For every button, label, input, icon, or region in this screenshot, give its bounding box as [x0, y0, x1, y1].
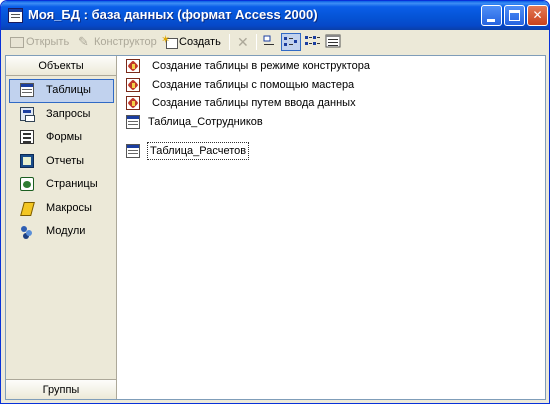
- database-container: Объекты Таблицы Запросы Формы Отчеты Стр…: [5, 55, 546, 400]
- objects-item-tables[interactable]: Таблицы: [9, 79, 114, 103]
- table-icon: [126, 115, 140, 129]
- page-icon: [20, 177, 34, 191]
- list-item-label: Таблица_Сотрудников: [148, 116, 263, 128]
- create-label: Создать: [179, 36, 221, 48]
- list-item-label: Создание таблицы в режиме конструктора: [152, 60, 370, 72]
- objects-item-label: Таблицы: [46, 84, 91, 96]
- objects-list: Таблицы Запросы Формы Отчеты Страницы Ма…: [9, 79, 114, 244]
- large-icons-icon: [263, 35, 274, 45]
- objects-item-modules[interactable]: Модули: [9, 220, 114, 244]
- list-icon: [305, 36, 320, 45]
- maximize-button[interactable]: [504, 5, 525, 26]
- delete-icon: ✕: [237, 34, 249, 50]
- objects-item-label: Модули: [46, 225, 86, 237]
- close-button[interactable]: ✕: [527, 5, 548, 26]
- toolbar: Открыть ✎ Конструктор Создать ✕: [4, 30, 548, 54]
- objects-header[interactable]: Объекты: [6, 56, 116, 76]
- details-view-button[interactable]: [324, 33, 344, 51]
- objects-item-macros[interactable]: Макросы: [9, 197, 114, 221]
- open-label: Открыть: [26, 36, 70, 48]
- maximize-icon: [509, 10, 520, 21]
- new-icon: [161, 31, 178, 50]
- minimize-icon: [487, 19, 495, 22]
- objects-content: Создание таблицы в режиме конструктора С…: [118, 56, 545, 399]
- objects-item-pages[interactable]: Страницы: [9, 173, 114, 197]
- table-icon: [126, 144, 140, 158]
- objects-item-label: Формы: [46, 131, 83, 143]
- wizard-icon: [126, 78, 140, 92]
- module-icon: [20, 224, 34, 238]
- groups-header[interactable]: Группы: [6, 379, 116, 399]
- minimize-button[interactable]: [481, 5, 502, 26]
- toolbar-separator: [256, 34, 257, 50]
- window-title: Моя_БД : база данных (формат Access 2000…: [28, 7, 318, 22]
- designer-icon: ✎: [78, 34, 89, 50]
- objects-item-label: Макросы: [46, 201, 92, 214]
- list-view-button[interactable]: [303, 33, 323, 51]
- delete-button[interactable]: ✕: [237, 33, 249, 51]
- open-button[interactable]: Открыть: [10, 33, 69, 51]
- close-icon: ✕: [532, 8, 543, 22]
- designer-button[interactable]: ✎ Конструктор: [78, 33, 157, 51]
- wizard-icon: [126, 96, 140, 110]
- list-item-label: Создание таблицы с помощью мастера: [152, 79, 355, 91]
- details-icon: [325, 34, 341, 48]
- report-icon: [20, 153, 34, 168]
- objects-item-forms[interactable]: Формы: [9, 126, 114, 150]
- create-button[interactable]: Создать: [161, 31, 221, 51]
- objects-item-label: Запросы: [46, 107, 91, 120]
- large-icons-view-button[interactable]: [260, 33, 280, 51]
- small-icons-icon: [284, 37, 297, 46]
- query-icon: [20, 106, 35, 122]
- title-bar[interactable]: Моя_БД : база данных (формат Access 2000…: [1, 1, 549, 30]
- wizard-icon: [126, 59, 140, 73]
- toolbar-separator: [229, 34, 230, 50]
- open-icon: [10, 36, 24, 48]
- list-item-label: Создание таблицы путем ввода данных: [152, 97, 356, 109]
- objects-item-label: Отчеты: [46, 154, 85, 167]
- objects-item-reports[interactable]: Отчеты: [9, 150, 114, 174]
- list-item-label: Таблица_Расчетов: [147, 142, 250, 160]
- small-icons-view-button[interactable]: [281, 33, 301, 51]
- database-icon[interactable]: [8, 8, 23, 23]
- macro-icon: [20, 201, 34, 215]
- database-window: Моя_БД : база данных (формат Access 2000…: [0, 0, 550, 404]
- objects-bar: Объекты Таблицы Запросы Формы Отчеты Стр…: [6, 56, 117, 399]
- designer-label: Конструктор: [94, 36, 157, 48]
- form-icon: [20, 130, 34, 144]
- table-icon: [20, 83, 34, 97]
- objects-item-queries[interactable]: Запросы: [9, 103, 114, 127]
- objects-item-label: Страницы: [46, 178, 98, 190]
